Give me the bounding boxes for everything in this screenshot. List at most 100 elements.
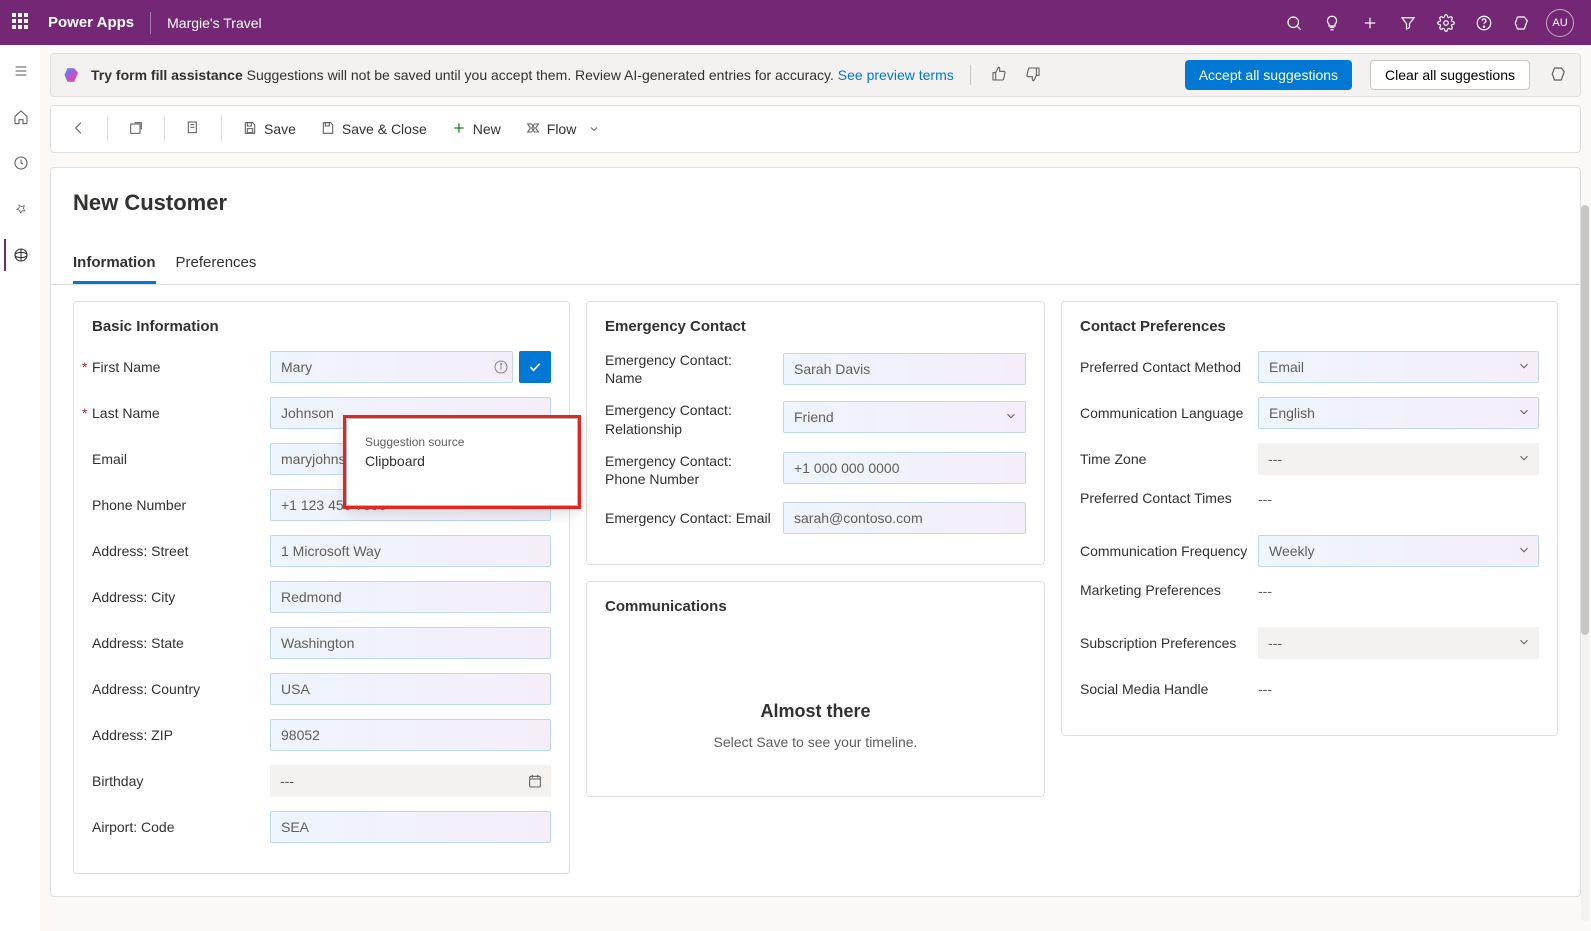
input-state[interactable]	[270, 627, 551, 659]
label-state: Address: State	[92, 634, 270, 652]
copilot-icon	[63, 66, 81, 84]
section-emergency: Emergency Contact Emergency Contact: Nam…	[586, 301, 1045, 565]
label-times: Preferred Contact Times	[1080, 489, 1258, 507]
input-country[interactable]	[270, 673, 551, 705]
input-city[interactable]	[270, 581, 551, 613]
tab-list: Information Preferences	[51, 254, 1580, 285]
label-freq: Communication Frequency	[1080, 542, 1258, 560]
copilot-header-icon[interactable]	[1503, 0, 1541, 45]
nav-menu-icon[interactable]	[4, 55, 36, 87]
input-ec-email[interactable]	[783, 502, 1026, 534]
filter-icon[interactable]	[1389, 0, 1427, 45]
suggestion-banner: Try form fill assistance Suggestions wil…	[50, 53, 1581, 97]
label-ec-rel: Emergency Contact: Relationship	[605, 401, 783, 437]
label-birthday: Birthday	[92, 772, 270, 790]
label-sub: Subscription Preferences	[1080, 634, 1258, 652]
open-new-window-button[interactable]	[118, 114, 154, 145]
copilot-side-icon[interactable]	[1550, 65, 1568, 86]
value-social: ---	[1258, 679, 1539, 699]
flow-button[interactable]: Flow	[515, 114, 611, 145]
section-contact-prefs: Contact Preferences Preferred Contact Me…	[1061, 301, 1558, 736]
section-title: Basic Information	[92, 318, 551, 335]
left-nav	[0, 45, 40, 931]
settings-icon[interactable]	[1427, 0, 1465, 45]
environment-name: Margie's Travel	[167, 15, 261, 31]
input-ec-rel[interactable]	[783, 401, 1026, 433]
label-airport: Airport: Code	[92, 818, 270, 836]
label-social: Social Media Handle	[1080, 680, 1258, 698]
input-zip[interactable]	[270, 719, 551, 751]
help-icon[interactable]	[1465, 0, 1503, 45]
section-basic-info: Basic Information First Name Last Name	[73, 301, 570, 874]
label-first-name: First Name	[92, 358, 270, 376]
divider	[150, 12, 151, 34]
input-birthday[interactable]	[270, 765, 551, 797]
page-title: New Customer	[51, 190, 1580, 216]
banner-text: Try form fill assistance Suggestions wil…	[91, 67, 954, 83]
label-ec-email: Emergency Contact: Email	[605, 509, 783, 527]
input-street[interactable]	[270, 535, 551, 567]
content-scroll[interactable]: New Customer Information Preferences Bas…	[40, 153, 1591, 931]
scrollbar-thumb[interactable]	[1581, 205, 1589, 635]
label-email: Email	[92, 450, 270, 468]
tooltip-value: Clipboard	[365, 453, 559, 469]
section-title: Communications	[605, 598, 1026, 615]
main-area: Try form fill assistance Suggestions wil…	[40, 45, 1591, 931]
label-city: Address: City	[92, 588, 270, 606]
input-sub[interactable]	[1258, 627, 1539, 659]
clear-all-button[interactable]: Clear all suggestions	[1370, 60, 1530, 90]
accept-all-button[interactable]: Accept all suggestions	[1185, 60, 1352, 90]
nav-home-icon[interactable]	[4, 101, 36, 133]
accept-suggestion-button[interactable]	[519, 351, 551, 383]
input-tz[interactable]	[1258, 443, 1539, 475]
input-ec-name[interactable]	[783, 353, 1026, 385]
suggestion-source-tooltip: Suggestion source Clipboard	[346, 418, 578, 506]
user-avatar[interactable]: AU	[1541, 0, 1579, 45]
input-method[interactable]	[1258, 351, 1539, 383]
calendar-icon[interactable]	[527, 773, 543, 792]
value-times: ---	[1258, 489, 1539, 509]
input-airport[interactable]	[270, 811, 551, 843]
scrollbar[interactable]	[1581, 205, 1589, 921]
label-phone: Phone Number	[92, 496, 270, 514]
label-ec-name: Emergency Contact: Name	[605, 351, 783, 387]
label-lang: Communication Language	[1080, 404, 1258, 422]
form-assist-button[interactable]	[175, 114, 211, 145]
new-button[interactable]: New	[441, 114, 511, 145]
value-mkt: ---	[1258, 581, 1539, 601]
preview-terms-link[interactable]: See preview terms	[838, 67, 954, 83]
command-bar: Save Save & Close New Flow	[50, 105, 1581, 153]
app-launcher-icon[interactable]	[12, 13, 32, 33]
info-icon[interactable]	[493, 359, 509, 378]
label-zip: Address: ZIP	[92, 726, 270, 744]
lightbulb-icon[interactable]	[1313, 0, 1351, 45]
section-title: Contact Preferences	[1080, 318, 1539, 335]
thumbs-down-icon[interactable]	[1021, 66, 1045, 85]
label-mkt: Marketing Preferences	[1080, 581, 1258, 599]
form-card: New Customer Information Preferences Bas…	[50, 167, 1581, 897]
save-button[interactable]: Save	[232, 114, 306, 145]
back-button[interactable]	[61, 114, 97, 145]
input-ec-phone[interactable]	[783, 452, 1026, 484]
section-communications: Communications Almost there Select Save …	[586, 581, 1045, 797]
global-header: Power Apps Margie's Travel AU	[0, 0, 1591, 45]
nav-recent-icon[interactable]	[4, 147, 36, 179]
app-name: Power Apps	[48, 14, 134, 31]
save-close-button[interactable]: Save & Close	[310, 114, 437, 145]
thumbs-up-icon[interactable]	[987, 66, 1011, 85]
timeline-placeholder: Almost there Select Save to see your tim…	[605, 631, 1026, 780]
tooltip-label: Suggestion source	[365, 435, 559, 449]
nav-entity-icon[interactable]	[4, 239, 36, 271]
tab-information[interactable]: Information	[73, 254, 156, 284]
nav-pin-icon[interactable]	[4, 193, 36, 225]
label-country: Address: Country	[92, 680, 270, 698]
input-lang[interactable]	[1258, 397, 1539, 429]
label-street: Address: Street	[92, 542, 270, 560]
section-title: Emergency Contact	[605, 318, 1026, 335]
search-icon[interactable]	[1275, 0, 1313, 45]
input-first-name[interactable]	[270, 351, 513, 383]
add-icon[interactable]	[1351, 0, 1389, 45]
tab-preferences[interactable]: Preferences	[176, 254, 257, 284]
input-freq[interactable]	[1258, 535, 1539, 567]
label-ec-phone: Emergency Contact: Phone Number	[605, 452, 783, 488]
